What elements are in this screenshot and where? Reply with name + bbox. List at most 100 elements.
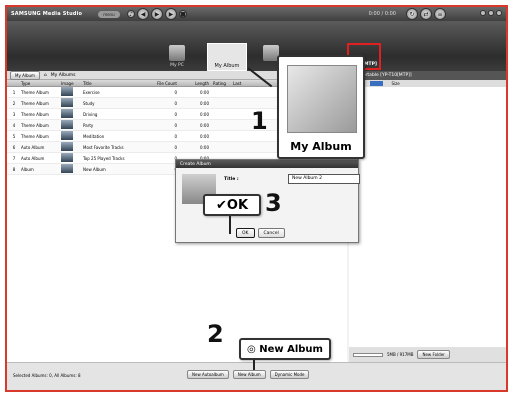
navigation-band — [7, 21, 506, 71]
nav-label: My Album — [214, 63, 240, 69]
callout-label: OK — [226, 197, 249, 213]
dynamic-mode-button[interactable]: Dynamic Mode — [269, 370, 310, 379]
volume-icon[interactable]: ♪ — [127, 10, 135, 18]
new-album-callout: ◎ New Album — [239, 338, 331, 360]
row-number: 6 — [12, 144, 16, 150]
mode-controls: ↻ ⇄ ≡ — [406, 8, 446, 20]
eq-icon[interactable]: ≡ — [434, 8, 446, 20]
col-header[interactable]: Image — [61, 81, 83, 86]
view-button[interactable]: My Album — [10, 70, 40, 80]
step-number-3: 3 — [265, 189, 282, 217]
new-album-button[interactable]: New Album — [232, 370, 266, 379]
maximize-icon[interactable] — [488, 10, 494, 16]
previous-icon[interactable]: ◀ — [137, 8, 149, 20]
row-title: New Album — [83, 166, 106, 172]
storage-bar — [353, 352, 383, 357]
col-header[interactable]: File Count — [143, 81, 183, 86]
new-autoalbum-button[interactable]: New Autoalbum — [187, 370, 229, 379]
callout-label: My Album — [290, 140, 352, 153]
row-length: 0:00 — [200, 100, 209, 106]
row-count: 0 — [174, 111, 177, 117]
col-size[interactable]: Size — [391, 81, 399, 86]
row-type: Theme Album — [21, 111, 49, 117]
home-icon[interactable]: ⌂ — [44, 73, 47, 78]
row-number: 5 — [12, 133, 16, 139]
row-number: 7 — [12, 155, 16, 161]
ok-callout: ✔ OK — [203, 194, 261, 216]
row-title: Most Favorite Tracks — [83, 144, 124, 150]
check-icon: ✔ — [215, 197, 227, 213]
row-type: Album — [21, 166, 34, 172]
step-number-2: 2 — [207, 320, 224, 348]
play-icon[interactable]: ▶ — [151, 8, 163, 20]
col-header[interactable]: Title — [83, 81, 143, 86]
row-number: 2 — [12, 100, 16, 106]
col-header[interactable]: Last — [233, 81, 241, 86]
row-number: 8 — [12, 166, 16, 172]
row-length: 0:00 — [200, 122, 209, 128]
device-panel: ▣ Portable [YP-T10[MTP]] Type Size 5MB /… — [349, 71, 506, 362]
menu-button[interactable]: menu — [98, 10, 120, 18]
row-image — [61, 98, 83, 108]
close-icon[interactable] — [496, 10, 502, 16]
col-header[interactable]: Type — [21, 81, 61, 86]
device-title: Portable [YP-T10[MTP]] — [360, 73, 412, 78]
row-title: Top 25 Played Tracks — [83, 155, 125, 161]
app-window: SAMSUNG Media Studio menu ♪ ◀ ▶ ▶ ■ 0:00… — [5, 5, 508, 392]
row-image — [61, 142, 83, 152]
row-type: Theme Album — [21, 100, 49, 106]
new-folder-button[interactable]: New Folder — [417, 350, 450, 359]
col-header[interactable]: Rating — [213, 81, 233, 86]
row-image — [61, 109, 83, 119]
my-pc-icon — [169, 45, 185, 61]
breadcrumb[interactable]: My Albums — [51, 73, 76, 78]
device-columns: Type Size — [349, 80, 506, 87]
app-brand: SAMSUNG Media Studio — [11, 11, 83, 17]
album-actions: New Autoalbum New Album Dynamic Mode — [187, 370, 310, 379]
album-title-input[interactable]: New Album 2 — [288, 174, 360, 184]
storage-text: 5MB / 917MB — [387, 352, 414, 357]
row-number: 1 — [12, 89, 16, 95]
step-number-1: 1 — [251, 107, 268, 135]
row-image — [61, 131, 83, 141]
device-footer: 5MB / 917MB New Folder — [349, 347, 506, 362]
row-count: 0 — [174, 122, 177, 128]
row-length: 0:00 — [200, 111, 209, 117]
row-title: Meditation — [83, 133, 105, 139]
callout-pointer — [229, 216, 231, 234]
row-count: 0 — [174, 100, 177, 106]
cancel-button[interactable]: Cancel — [257, 228, 285, 238]
row-image — [61, 120, 83, 130]
row-count: 0 — [174, 133, 177, 139]
shuffle-icon[interactable]: ⇄ — [420, 8, 432, 20]
time-display: 0:00 / 0:00 — [368, 11, 396, 17]
row-image — [61, 87, 83, 97]
selection-status: Selected Albums: 0, All Albums: 8 — [13, 373, 81, 378]
row-type: Auto Album — [21, 144, 45, 150]
row-type: Theme Album — [21, 133, 49, 139]
next-icon[interactable]: ▶ — [165, 8, 177, 20]
title-label: Title : — [224, 177, 239, 182]
row-count: 0 — [174, 89, 177, 95]
ok-button[interactable]: OK — [236, 228, 255, 238]
disc-icon: ◎ — [247, 343, 260, 355]
nav-my-pc[interactable]: My PC — [169, 45, 185, 68]
row-number: 3 — [12, 111, 16, 117]
my-album-callout: My Album — [277, 55, 365, 159]
device-header: ▣ Portable [YP-T10[MTP]] — [349, 71, 506, 80]
stop-icon[interactable]: ■ — [179, 10, 187, 18]
row-length: 0:00 — [200, 89, 209, 95]
row-type: Theme Album — [21, 89, 49, 95]
row-type: Theme Album — [21, 122, 49, 128]
playback-controls: ♪ ◀ ▶ ▶ ■ — [127, 8, 187, 20]
row-title: Study — [83, 100, 95, 106]
callout-pointer — [253, 360, 255, 370]
repeat-icon[interactable]: ↻ — [406, 8, 418, 20]
minimize-icon[interactable] — [480, 10, 486, 16]
col-header[interactable]: Length — [183, 81, 213, 86]
device-file-list — [349, 87, 506, 347]
dialog-buttons: OK Cancel — [236, 228, 285, 238]
row-image — [61, 153, 83, 163]
col-name-highlight[interactable] — [370, 81, 384, 86]
nav-my-album[interactable]: My Album — [207, 43, 247, 71]
